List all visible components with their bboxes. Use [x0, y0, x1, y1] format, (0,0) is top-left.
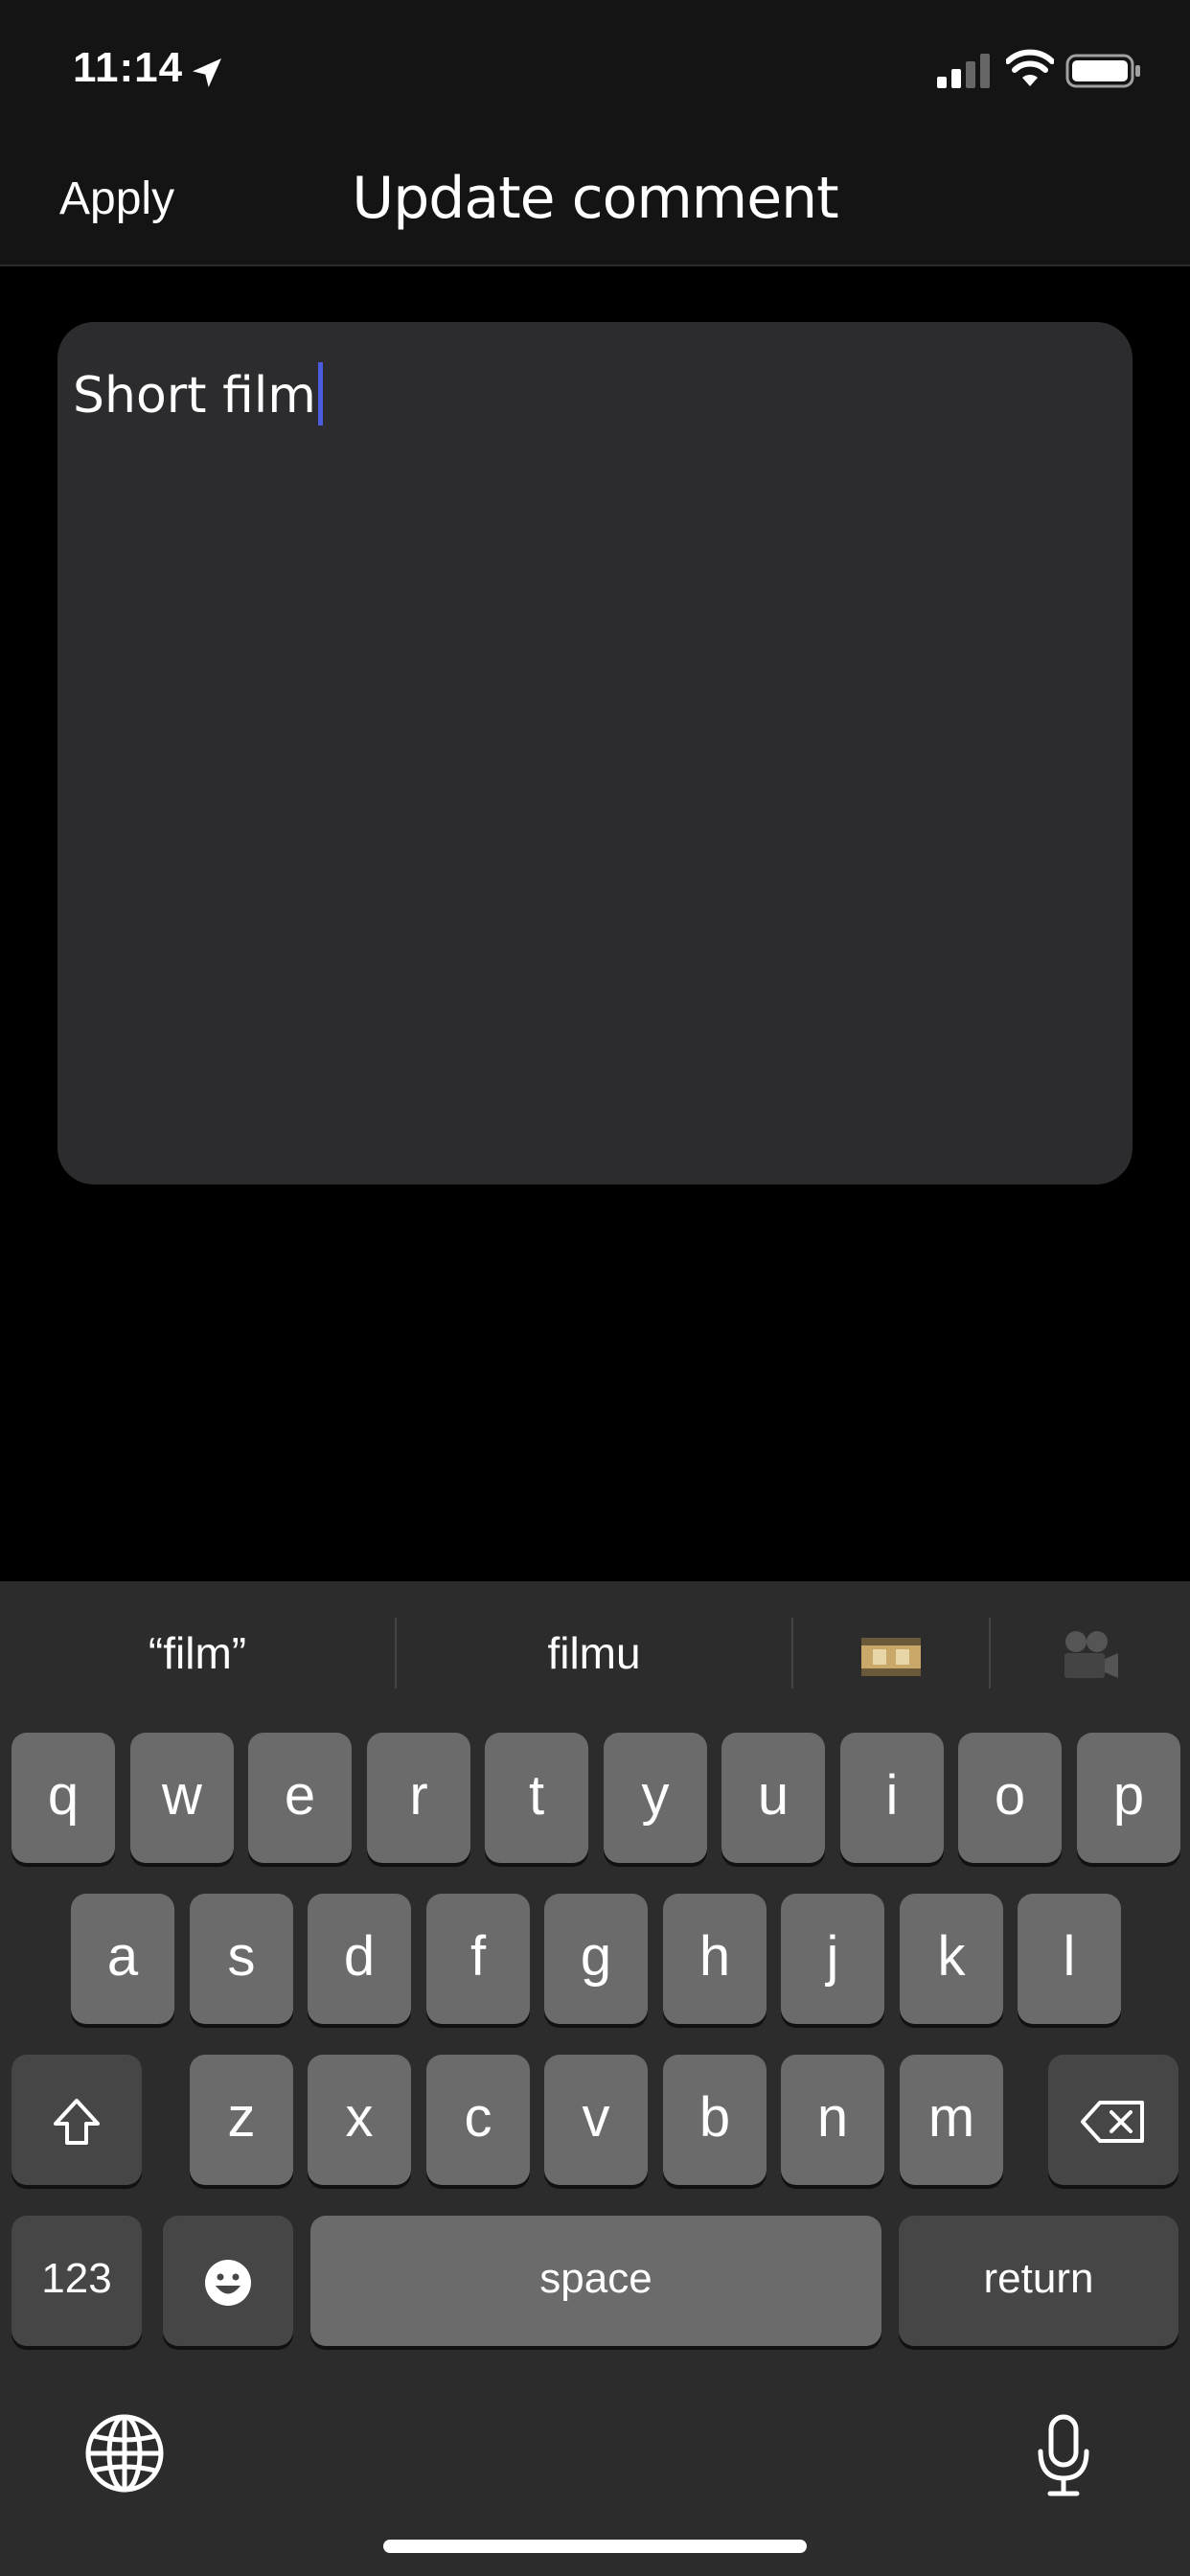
emoji-key[interactable]: [163, 2216, 293, 2346]
wifi-icon: [1006, 49, 1054, 86]
numbers-key[interactable]: 123: [11, 2216, 142, 2346]
key-a[interactable]: a: [71, 1894, 174, 2024]
key-q[interactable]: q: [11, 1733, 115, 1863]
key-i[interactable]: i: [840, 1733, 944, 1863]
emoji-smiley-icon: [205, 2259, 251, 2306]
comment-text-value: Short film: [73, 362, 323, 426]
key-j[interactable]: j: [781, 1894, 884, 2024]
comment-text-area[interactable]: Short film: [57, 322, 1133, 1184]
home-indicator[interactable]: [383, 2540, 807, 2553]
suggestion-quoted-film[interactable]: “film”: [0, 1610, 395, 1696]
key-s[interactable]: s: [190, 1894, 293, 2024]
key-b[interactable]: b: [663, 2055, 767, 2185]
return-key[interactable]: return: [899, 2216, 1179, 2346]
key-m[interactable]: m: [900, 2055, 1003, 2185]
space-key[interactable]: space: [310, 2216, 881, 2346]
key-x[interactable]: x: [308, 2055, 411, 2185]
key-r[interactable]: r: [367, 1733, 470, 1863]
delete-backspace-icon: [1081, 2100, 1144, 2143]
key-t[interactable]: t: [485, 1733, 588, 1863]
battery-icon: [1065, 54, 1140, 88]
cellular-signal-icon: [937, 54, 990, 88]
status-bar: 11:14: [0, 0, 1190, 144]
key-p[interactable]: p: [1077, 1733, 1180, 1863]
comment-text: Short film: [73, 367, 316, 425]
key-y[interactable]: y: [604, 1733, 707, 1863]
key-c[interactable]: c: [426, 2055, 530, 2185]
text-cursor: [317, 362, 323, 426]
key-h[interactable]: h: [663, 1894, 767, 2024]
suggestion-film-frames-emoji[interactable]: [793, 1610, 989, 1696]
movie-camera-icon: [1064, 1630, 1118, 1678]
key-f[interactable]: f: [426, 1894, 530, 2024]
shift-icon: [54, 2098, 100, 2145]
key-n[interactable]: n: [781, 2055, 884, 2185]
suggestion-movie-camera-emoji[interactable]: [991, 1610, 1190, 1696]
key-o[interactable]: o: [958, 1733, 1062, 1863]
key-d[interactable]: d: [308, 1894, 411, 2024]
key-v[interactable]: v: [544, 2055, 648, 2185]
key-k[interactable]: k: [900, 1894, 1003, 2024]
shift-key[interactable]: [11, 2055, 142, 2185]
key-z[interactable]: z: [190, 2055, 293, 2185]
microphone-icon[interactable]: [1035, 2413, 1092, 2499]
key-u[interactable]: u: [721, 1733, 825, 1863]
film-frames-icon: [861, 1637, 921, 1676]
delete-key[interactable]: [1048, 2055, 1179, 2185]
suggestion-bar: “film” filmu: [0, 1581, 1190, 1725]
globe-icon[interactable]: [84, 2413, 165, 2494]
suggestion-filmu[interactable]: filmu: [397, 1610, 791, 1696]
keyboard: “film” filmu q w e r t y u i o p a s d f…: [0, 1581, 1190, 2576]
key-l[interactable]: l: [1018, 1894, 1121, 2024]
location-arrow-icon: [193, 58, 221, 87]
status-time: 11:14: [73, 44, 184, 91]
key-e[interactable]: e: [248, 1733, 352, 1863]
key-g[interactable]: g: [544, 1894, 648, 2024]
navigation-bar: Apply Update comment: [0, 144, 1190, 266]
key-w[interactable]: w: [130, 1733, 234, 1863]
page-title: Update comment: [352, 165, 838, 232]
